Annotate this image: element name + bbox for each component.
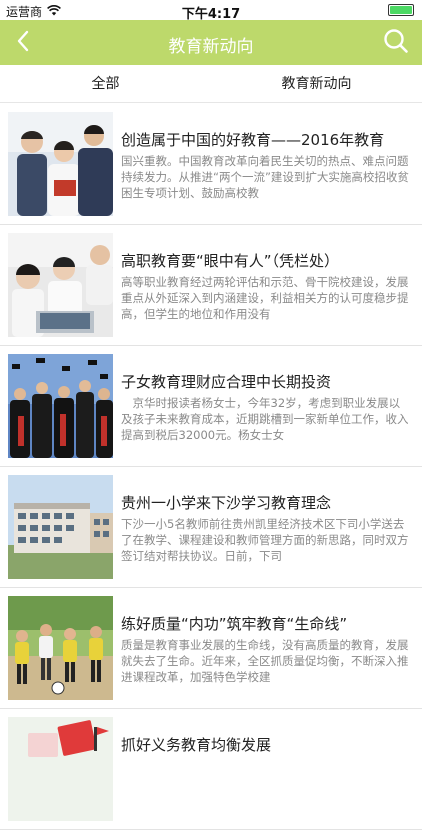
article-item[interactable]: 子女教育理财应合理中长期投资 京华时报读者杨女士，今年32岁，考虑到职业发展以及…: [0, 346, 422, 467]
article-thumbnail: [8, 233, 113, 337]
article-title: 贵州一小学来下沙学习教育理念: [121, 494, 332, 512]
article-summary: 国兴重教。中国教育改革向着民生关切的热点、难点问题持续发力。从推进“两个一流”建…: [121, 154, 409, 200]
article-thumbnail: [8, 475, 113, 579]
nav-bar: 教育新动向: [0, 20, 422, 65]
article-title: 抓好义务教育均衡发展: [121, 736, 272, 754]
battery-level: [390, 6, 412, 14]
article-title: 子女教育理财应合理中长期投资: [121, 373, 332, 391]
article-summary: 下沙一小5名教师前往贵州凯里经济技术区下司小学送去了在教学、课程建设和教师管理方…: [121, 517, 409, 563]
search-icon: [383, 28, 409, 58]
article-thumbnail: [8, 596, 113, 700]
article-item[interactable]: 高职教育要“眼中有人”（凭栏处） 高等职业教育经过两轮评估和示范、骨干院校建设，…: [0, 225, 422, 346]
article-summary: [121, 758, 409, 810]
tab-all[interactable]: 全部: [0, 65, 211, 102]
article-thumbnail: [8, 112, 113, 216]
status-bar: 运营商 下午4:17: [0, 0, 422, 22]
article-title: 练好质量“内功”筑牢教育“生命线”: [121, 615, 348, 633]
article-item[interactable]: 抓好义务教育均衡发展: [0, 709, 422, 830]
article-item[interactable]: 创造属于中国的好教育——2016年教育 国兴重教。中国教育改革向着民生关切的热点…: [0, 104, 422, 225]
search-button[interactable]: [380, 27, 412, 59]
article-summary: 高等职业教育经过两轮评估和示范、骨干院校建设，发展重点从外延深入到内涵建设，利益…: [121, 275, 409, 321]
article-title: 高职教育要“眼中有人”（凭栏处）: [121, 252, 340, 270]
tab-education-news[interactable]: 教育新动向: [211, 65, 422, 102]
article-summary: 质量是教育事业发展的生命线，没有高质量的教育，发展就失去了生命。近年来，全区抓质…: [121, 638, 409, 684]
article-list: 创造属于中国的好教育——2016年教育 国兴重教。中国教育改革向着民生关切的热点…: [0, 104, 422, 830]
battery-icon: [388, 4, 414, 16]
page-title: 教育新动向: [168, 37, 254, 57]
category-tabs: 全部 教育新动向: [0, 65, 422, 103]
article-item[interactable]: 贵州一小学来下沙学习教育理念 下沙一小5名教师前往贵州凯里经济技术区下司小学送去…: [0, 467, 422, 588]
article-title: 创造属于中国的好教育——2016年教育: [121, 131, 385, 149]
article-thumbnail: [8, 717, 113, 821]
article-summary: 京华时报读者杨女士，今年32岁，考虑到职业发展以及孩子未来教育成本，近期跳槽到一…: [121, 396, 409, 442]
article-item[interactable]: 练好质量“内功”筑牢教育“生命线” 质量是教育事业发展的生命线，没有高质量的教育…: [0, 588, 422, 709]
article-thumbnail: [8, 354, 113, 458]
